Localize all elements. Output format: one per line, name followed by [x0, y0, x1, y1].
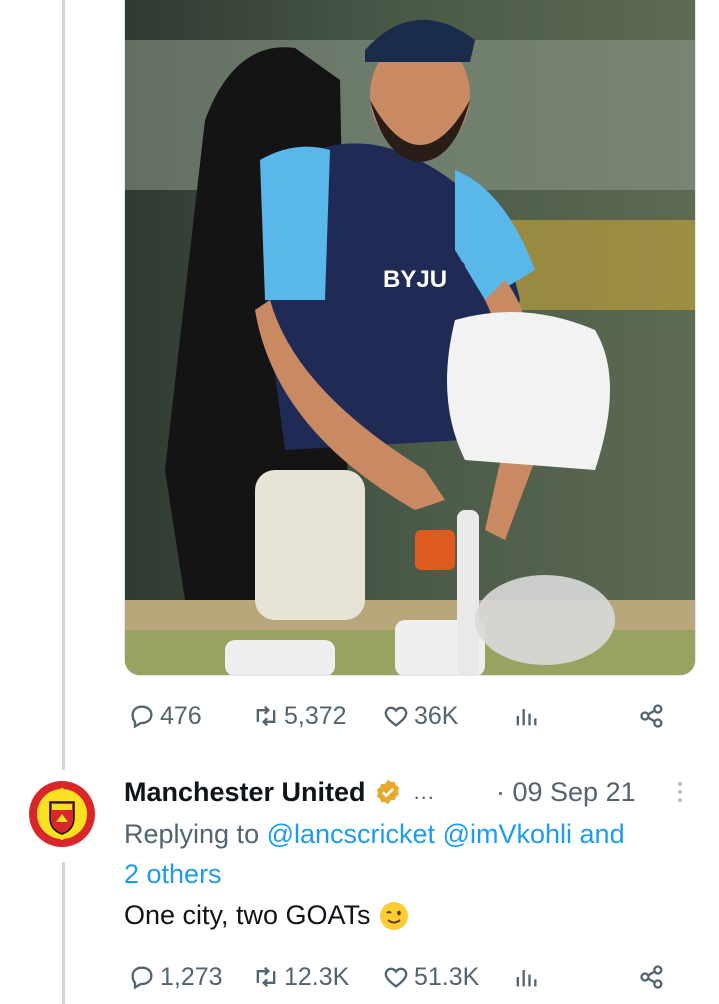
- thread-line: [62, 0, 65, 770]
- retweet-count: 12.3K: [284, 962, 350, 991]
- verified-badge-icon: [376, 779, 399, 805]
- like-count: 36K: [414, 701, 459, 730]
- tweet-photo[interactable]: BYJU: [124, 0, 696, 676]
- tweet-action-bar: 476 5,372 36K: [124, 696, 696, 736]
- replying-prefix: Replying to: [124, 819, 260, 849]
- retweet-icon: [256, 705, 276, 727]
- views-chart-icon: [516, 970, 537, 987]
- retweet-count: 5,372: [284, 701, 347, 730]
- reply-button[interactable]: 476: [128, 696, 202, 736]
- manchester-united-crest-icon: [29, 781, 95, 847]
- retweet-icon: [256, 966, 276, 988]
- reply-count: 1,273: [160, 962, 223, 991]
- reply-button[interactable]: 1,273: [128, 957, 223, 997]
- share-button[interactable]: [638, 696, 666, 736]
- reply-header: Manchester United ... · 09 Sep 21: [124, 772, 696, 812]
- svg-text:BYJU: BYJU: [383, 266, 447, 293]
- name-ellipsis: ...: [413, 779, 435, 804]
- retweet-button[interactable]: 12.3K: [252, 957, 349, 997]
- mention-others[interactable]: 2 others: [124, 859, 222, 889]
- reply-icon: [131, 966, 153, 990]
- reply-count: 476: [160, 701, 202, 730]
- reply-action-bar: 1,273 12.3K 51.3K: [124, 957, 696, 997]
- like-count: 51.3K: [414, 962, 480, 991]
- views-chart-icon: [516, 709, 537, 726]
- replying-to: Replying to @lancscricket @imVkohli and …: [124, 814, 704, 894]
- views-button[interactable]: [512, 957, 540, 997]
- share-icon: [640, 965, 663, 989]
- wink-emoji-icon: [379, 901, 408, 930]
- post-date[interactable]: · 09 Sep 21: [496, 777, 636, 808]
- author-name[interactable]: Manchester United: [124, 777, 366, 808]
- retweet-button[interactable]: 5,372: [252, 696, 347, 736]
- thread-line: [62, 862, 65, 1004]
- views-button[interactable]: [512, 696, 540, 736]
- like-button[interactable]: 51.3K: [382, 957, 479, 997]
- reply-text-content: One city, two GOATs: [124, 900, 371, 930]
- reply-icon: [131, 705, 153, 729]
- mention-lancscricket[interactable]: @lancscricket: [267, 819, 435, 849]
- like-button[interactable]: 36K: [382, 696, 458, 736]
- avatar[interactable]: [26, 778, 98, 850]
- mention-and[interactable]: and: [580, 819, 625, 849]
- heart-icon: [384, 967, 408, 988]
- mention-imvkohli[interactable]: @imVkohli: [443, 819, 572, 849]
- heart-icon: [384, 706, 408, 727]
- share-button[interactable]: [638, 957, 666, 997]
- more-options-icon[interactable]: [666, 778, 694, 806]
- cricketer-photo: BYJU: [125, 0, 695, 675]
- share-icon: [640, 704, 663, 728]
- reply-text: One city, two GOATs: [124, 900, 409, 931]
